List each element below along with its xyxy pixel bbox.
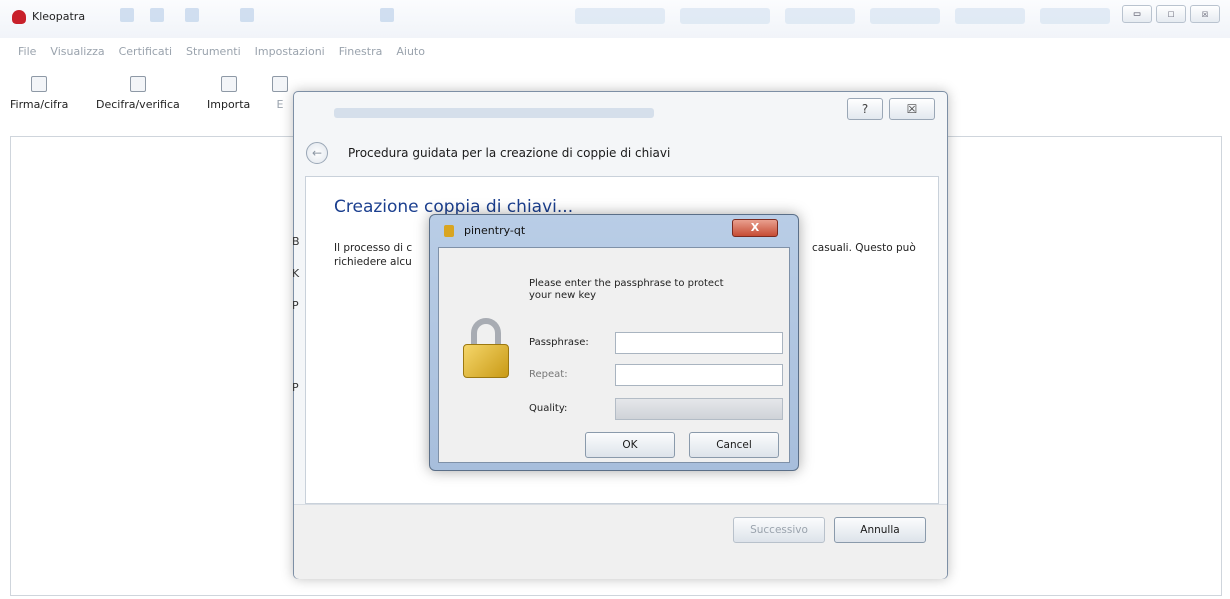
toolbar-label: E — [276, 98, 284, 111]
close-button[interactable]: ☒ — [889, 98, 935, 120]
partial-text: P — [292, 299, 299, 312]
main-titlebar: Kleopatra ▭ ☐ ☒ — [0, 0, 1230, 38]
maximize-button[interactable]: ☐ — [1156, 5, 1186, 23]
sign-encrypt-icon — [31, 76, 48, 92]
menu-view[interactable]: Visualizza — [50, 45, 104, 58]
menu-tools[interactable]: Strumenti — [186, 45, 241, 58]
background-tab — [575, 8, 665, 24]
menu-settings[interactable]: Impostazioni — [255, 45, 325, 58]
ok-button[interactable]: OK — [585, 432, 675, 458]
lock-icon — [444, 225, 454, 237]
decrypt-verify-icon — [129, 76, 146, 92]
passphrase-input[interactable] — [615, 332, 783, 354]
sign-encrypt-button[interactable]: Firma/cifra — [10, 76, 68, 111]
quick-access-icon — [380, 8, 394, 22]
repeat-passphrase-input[interactable] — [615, 364, 783, 386]
background-text — [334, 108, 654, 118]
quality-bar — [615, 398, 783, 420]
next-button[interactable]: Successivo — [733, 517, 825, 543]
partial-text: P — [292, 381, 299, 394]
back-arrow-icon[interactable]: ← — [306, 142, 328, 164]
minimize-button[interactable]: ▭ — [1122, 5, 1152, 23]
toolbar-label: Decifra/verifica — [96, 98, 180, 111]
passphrase-prompt: Please enter the passphrase to protect y… — [529, 278, 724, 301]
partial-text: B — [292, 235, 300, 248]
quick-access-icon — [120, 8, 134, 22]
wizard-footer: Successivo Annulla — [294, 504, 947, 579]
quick-access-icon — [150, 8, 164, 22]
pinentry-body: Please enter the passphrase to protect y… — [438, 247, 790, 463]
import-icon — [220, 76, 237, 92]
kleopatra-logo-icon — [12, 10, 26, 24]
toolbar-label: Firma/cifra — [10, 98, 69, 111]
menu-file[interactable]: File — [18, 45, 36, 58]
menu-help[interactable]: Aiuto — [396, 45, 425, 58]
quick-access-icon — [240, 8, 254, 22]
background-tab — [955, 8, 1025, 24]
export-button[interactable]: E — [272, 76, 288, 111]
import-button[interactable]: Importa — [207, 76, 250, 111]
menu-window[interactable]: Finestra — [339, 45, 383, 58]
background-tab — [870, 8, 940, 24]
background-tab — [1040, 8, 1110, 24]
help-button[interactable]: ? — [847, 98, 883, 120]
wizard-title: Procedura guidata per la creazione di co… — [348, 146, 671, 160]
window-controls: ▭ ☐ ☒ — [1122, 5, 1220, 23]
pinentry-dialog: pinentry-qt X Please enter the passphras… — [429, 214, 799, 471]
export-icon — [272, 76, 288, 92]
background-tab — [680, 8, 770, 24]
menu-bar: File Visualizza Certificati Strumenti Im… — [0, 40, 1230, 62]
quality-label: Quality: — [529, 403, 568, 414]
padlock-icon — [463, 318, 509, 378]
partial-text: K — [292, 267, 300, 280]
app-title: Kleopatra — [32, 10, 86, 23]
close-window-button[interactable]: ☒ — [1190, 5, 1220, 23]
menu-certificates[interactable]: Certificati — [119, 45, 172, 58]
cancel-button[interactable]: Cancel — [689, 432, 779, 458]
toolbar-label: Importa — [207, 98, 251, 111]
background-tab — [785, 8, 855, 24]
description-line: casuali. Questo può — [812, 242, 916, 254]
passphrase-label: Passphrase: — [529, 337, 589, 348]
decrypt-verify-button[interactable]: Decifra/verifica — [96, 76, 180, 111]
cancel-button[interactable]: Annulla — [834, 517, 926, 543]
repeat-label: Repeat: — [529, 369, 568, 380]
quick-access-icon — [185, 8, 199, 22]
close-button[interactable]: X — [732, 219, 778, 237]
pinentry-title: pinentry-qt — [464, 224, 526, 237]
